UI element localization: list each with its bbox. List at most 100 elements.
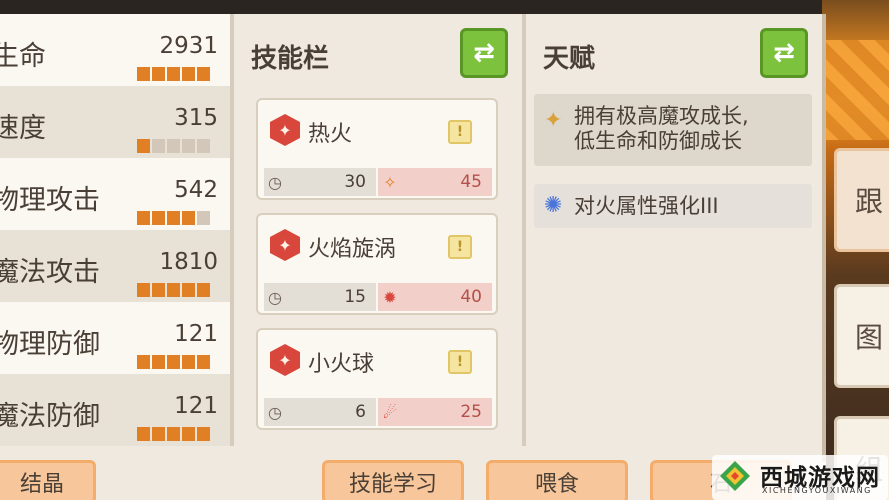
clock-icon: ◷ bbox=[268, 402, 282, 422]
talent-text: 对火属性强化III bbox=[574, 194, 719, 218]
learn-skill-button[interactable]: 技能学习 bbox=[322, 460, 464, 500]
stats-list: 生命 2931 速度 315 物理攻击 542 魔法攻击 1810 物理防御 1… bbox=[0, 14, 230, 450]
button-label: 技能学习 bbox=[348, 472, 437, 497]
swap-icon: ⇄ bbox=[773, 38, 795, 68]
skills-swap-button[interactable]: ⇄ bbox=[460, 28, 508, 78]
level-segment bbox=[137, 283, 150, 297]
warning-icon[interactable]: ! bbox=[448, 350, 472, 374]
level-segment bbox=[152, 67, 165, 81]
stat-name: 魔法攻击 bbox=[0, 257, 100, 288]
level-segment bbox=[152, 211, 165, 225]
fire-icon: ✦ bbox=[270, 114, 300, 146]
level-segment bbox=[137, 67, 150, 81]
talent-text: 拥有极高魔攻成长, 低生命和防御成长 bbox=[574, 104, 749, 154]
warning-icon[interactable]: ! bbox=[448, 235, 472, 259]
stat-level-bar bbox=[137, 355, 210, 369]
skill-cost: ✹ 40 bbox=[378, 283, 492, 311]
stat-value: 2931 bbox=[159, 33, 218, 59]
crystal-button[interactable]: 结晶 bbox=[0, 460, 96, 500]
skill-cooldown: ◷ 30 bbox=[264, 168, 376, 196]
level-segment bbox=[197, 283, 210, 297]
level-segment bbox=[197, 355, 210, 369]
stat-name: 魔法防御 bbox=[0, 401, 100, 432]
stat-row-speed: 速度 315 bbox=[0, 86, 230, 158]
stat-level-bar bbox=[137, 67, 210, 81]
level-segment bbox=[182, 427, 195, 441]
skill-cooldown: ◷ 6 bbox=[264, 398, 376, 426]
level-segment bbox=[152, 355, 165, 369]
level-segment bbox=[182, 67, 195, 81]
cost-value: 45 bbox=[460, 172, 482, 192]
level-segment bbox=[167, 211, 180, 225]
stat-name: 物理攻击 bbox=[0, 185, 100, 216]
stat-name: 速度 bbox=[0, 113, 46, 144]
watermark-subtext: XICHENGYOUXIWANG bbox=[762, 486, 872, 495]
watermark-logo-icon bbox=[720, 461, 750, 491]
level-segment bbox=[152, 139, 165, 153]
level-segment bbox=[197, 139, 210, 153]
level-segment bbox=[167, 139, 180, 153]
talent-line: 低生命和防御成长 bbox=[574, 129, 742, 153]
stat-row-hp: 生命 2931 bbox=[0, 14, 230, 86]
skill-card-flame-vortex[interactable]: ✦ 火焰旋涡 ! ◷ 15 ✹ 40 bbox=[256, 213, 498, 315]
top-strip bbox=[0, 0, 889, 14]
stat-value: 121 bbox=[174, 393, 218, 419]
skill-cost: ✧ 45 bbox=[378, 168, 492, 196]
stat-row-phys-defense: 物理防御 121 bbox=[0, 302, 230, 374]
skill-name: 热火 bbox=[308, 122, 353, 147]
stat-level-bar bbox=[137, 211, 210, 225]
stat-row-magic-attack: 魔法攻击 1810 bbox=[0, 230, 230, 302]
stat-value: 542 bbox=[174, 177, 218, 203]
stat-row-phys-attack: 物理攻击 542 bbox=[0, 158, 230, 230]
fire-icon: ✦ bbox=[270, 229, 300, 261]
skill-cooldown: ◷ 15 bbox=[264, 283, 376, 311]
stat-level-bar bbox=[137, 427, 210, 441]
stat-value: 121 bbox=[174, 321, 218, 347]
stat-level-bar bbox=[137, 139, 210, 153]
burst-icon: ✹ bbox=[383, 287, 397, 307]
level-segment bbox=[197, 67, 210, 81]
stat-value: 315 bbox=[174, 105, 218, 131]
skill-cost: ☄ 25 bbox=[378, 398, 492, 426]
cost-value: 40 bbox=[460, 287, 482, 307]
stat-name: 生命 bbox=[0, 41, 46, 72]
column-divider bbox=[522, 14, 526, 446]
level-segment bbox=[182, 139, 195, 153]
skill-card-small-fireball[interactable]: ✦ 小火球 ! ◷ 6 ☄ 25 bbox=[256, 328, 498, 430]
skill-name: 火焰旋涡 bbox=[308, 237, 397, 262]
level-segment bbox=[182, 355, 195, 369]
side-tab-follow[interactable]: 跟 bbox=[834, 148, 889, 252]
stat-level-bar bbox=[137, 283, 210, 297]
sparkle-icon: ✧ bbox=[383, 172, 397, 192]
side-tab-illustration[interactable]: 图 bbox=[834, 284, 889, 388]
level-segment bbox=[167, 67, 180, 81]
level-segment bbox=[152, 283, 165, 297]
side-tab-label: 跟 bbox=[855, 185, 884, 218]
fireball-icon: ☄ bbox=[382, 402, 398, 422]
feed-button[interactable]: 喂食 bbox=[486, 460, 628, 500]
warning-icon[interactable]: ! bbox=[448, 120, 472, 144]
fire-icon: ✦ bbox=[270, 344, 300, 376]
cooldown-value: 15 bbox=[344, 287, 366, 307]
skill-card-hot-fire[interactable]: ✦ 热火 ! ◷ 30 ✧ 45 bbox=[256, 98, 498, 200]
side-tab-label: 图 bbox=[855, 321, 884, 354]
talent-item-magic-growth[interactable]: ✦ 拥有极高魔攻成长, 低生命和防御成长 bbox=[534, 94, 812, 166]
talents-swap-button[interactable]: ⇄ bbox=[760, 28, 808, 78]
button-label: 结晶 bbox=[19, 472, 64, 497]
skills-title: 技能栏 bbox=[251, 44, 330, 74]
star-icon: ✦ bbox=[544, 108, 563, 133]
level-segment bbox=[152, 427, 165, 441]
skill-name: 小火球 bbox=[308, 352, 375, 377]
cooldown-value: 6 bbox=[355, 402, 366, 422]
clock-icon: ◷ bbox=[268, 287, 282, 307]
level-segment bbox=[182, 283, 195, 297]
talent-item-fire-boost[interactable]: ✺ 对火属性强化III bbox=[534, 184, 812, 228]
stat-value: 1810 bbox=[159, 249, 218, 275]
pet-detail-panel: 生命 2931 速度 315 物理攻击 542 魔法攻击 1810 物理防御 1… bbox=[0, 14, 826, 500]
level-segment bbox=[137, 427, 150, 441]
level-segment bbox=[182, 211, 195, 225]
talents-title: 天赋 bbox=[543, 44, 596, 74]
stat-row-magic-defense: 魔法防御 121 bbox=[0, 374, 230, 446]
watermark: 西城游戏网 XICHENGYOUXIWANG bbox=[712, 455, 888, 500]
stat-name: 物理防御 bbox=[0, 329, 100, 360]
